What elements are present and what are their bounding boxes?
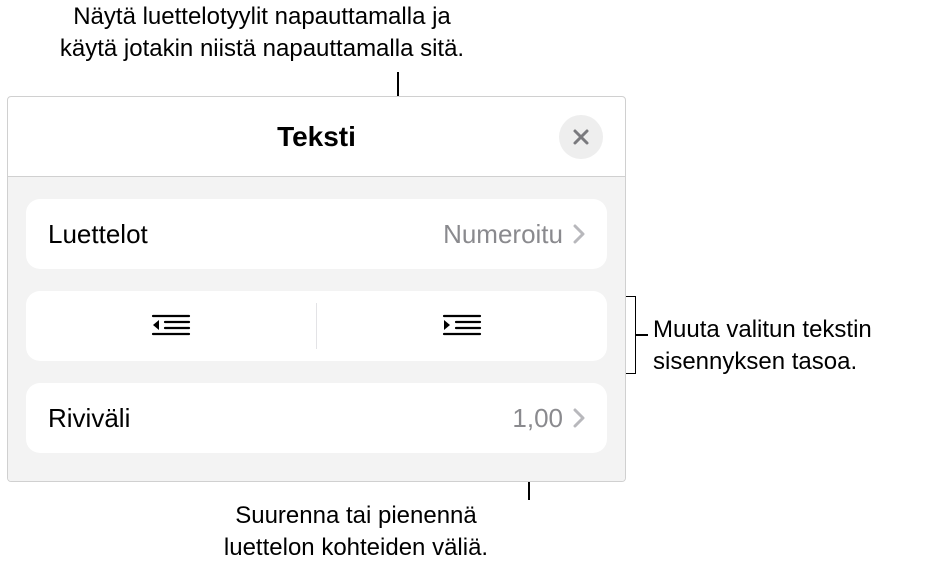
annotation-right: Muuta valitun tekstin sisennyksen tasoa. — [653, 314, 938, 379]
indent-button[interactable] — [317, 291, 607, 361]
lists-right-group: Numeroitu — [443, 219, 585, 250]
annotation-top: Näytä luettelotyylit napauttamalla ja kä… — [0, 1, 524, 66]
indent-segmented-control — [26, 291, 607, 361]
chevron-right-icon — [573, 408, 585, 428]
close-icon — [571, 127, 591, 147]
linespacing-right-group: 1,00 — [512, 403, 585, 434]
indent-icon — [442, 312, 482, 340]
close-button[interactable] — [559, 115, 603, 159]
outdent-icon — [151, 312, 191, 340]
linespacing-value: 1,00 — [512, 403, 563, 434]
callout-connector-right — [636, 334, 648, 336]
text-inspector-panel: Teksti Luettelot Numeroitu — [7, 96, 626, 482]
panel-body: Luettelot Numeroitu — [8, 177, 625, 481]
outdent-button[interactable] — [26, 291, 316, 361]
lists-row[interactable]: Luettelot Numeroitu — [26, 199, 607, 269]
lists-label: Luettelot — [48, 219, 148, 250]
linespacing-label: Riviväli — [48, 403, 130, 434]
chevron-right-icon — [573, 224, 585, 244]
panel-title: Teksti — [277, 121, 356, 153]
panel-header: Teksti — [8, 97, 625, 177]
annotation-bottom: Suurenna tai pienennä luettelon kohteide… — [186, 500, 526, 565]
linespacing-row[interactable]: Riviväli 1,00 — [26, 383, 607, 453]
lists-value: Numeroitu — [443, 219, 563, 250]
